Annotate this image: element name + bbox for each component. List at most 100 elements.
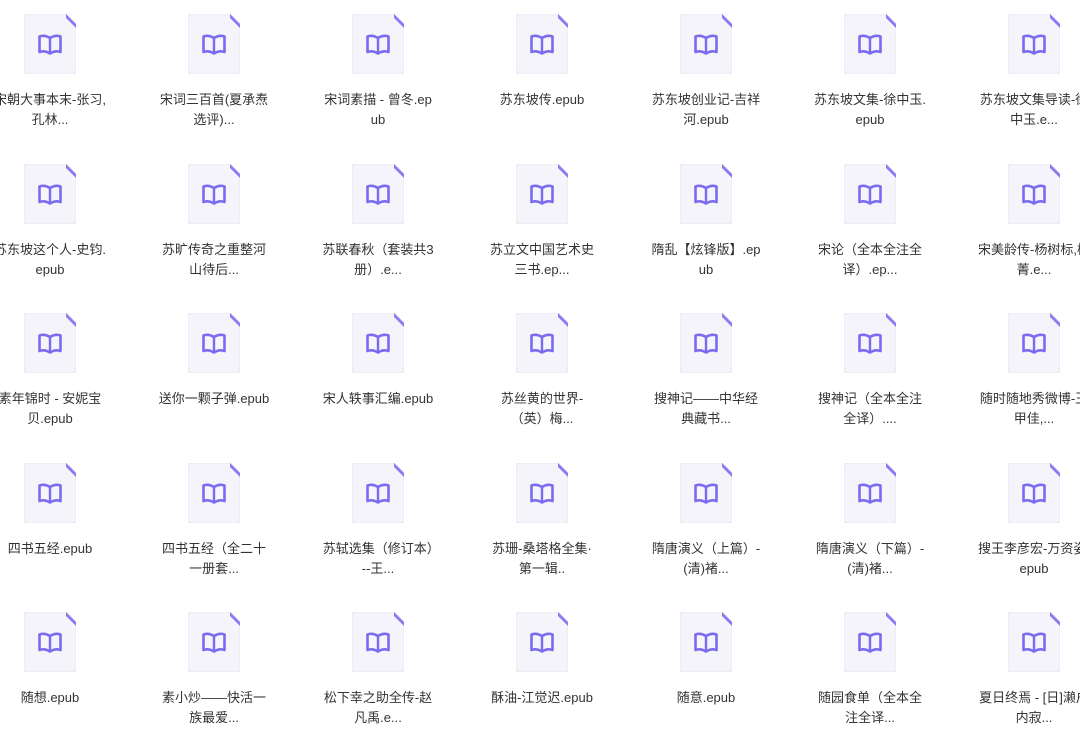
file-item[interactable]: 苏东坡文集-徐中玉.epub (788, 0, 952, 150)
file-name: 酥油-江觉迟.epub (491, 690, 593, 705)
file-item[interactable]: 宋朝大事本末-张习,孔林... (0, 0, 132, 150)
file-name: 四书五经.epub (7, 540, 93, 556)
file-name: 苏东坡文集导读-徐中玉.e... (979, 92, 1080, 127)
file-item[interactable]: 苏丝黄的世界-（英）梅... (460, 299, 624, 449)
file-item[interactable]: 苏立文中国艺术史三书.ep... (460, 150, 624, 300)
file-name: 宋论（全本全注全译）.ep... (817, 241, 922, 277)
epub-book-file-icon (24, 163, 76, 224)
file-item[interactable]: 搜王李彦宏-万资姿.epub (952, 449, 1080, 599)
epub-book-file-icon (680, 163, 732, 224)
epub-book-file-icon (1008, 163, 1060, 224)
file-item[interactable]: 苏珊-桑塔格全集·第一辑.. (460, 449, 624, 599)
epub-book-file-icon (680, 462, 732, 523)
epub-book-file-icon (516, 163, 568, 224)
epub-book-file-icon (188, 612, 240, 672)
file-name: 苏东坡传.epub (499, 92, 585, 107)
file-item[interactable]: 苏东坡这个人-史钧.epub (0, 150, 132, 300)
epub-book-file-icon (352, 313, 404, 373)
file-item[interactable]: 四书五经.epub (0, 449, 132, 599)
file-item[interactable]: 随园食单（全本全注全译... (788, 598, 952, 748)
epub-book-file-icon (844, 612, 896, 672)
epub-book-file-icon (844, 462, 896, 523)
file-name: 宋词素描 - 曾冬.epub (324, 92, 432, 127)
file-name: 苏旷传奇之重整河山待后... (161, 241, 266, 277)
file-name: 苏东坡文集-徐中玉.epub (814, 92, 926, 127)
file-item[interactable]: 苏东坡文集导读-徐中玉.e... (952, 0, 1080, 150)
epub-book-file-icon (1008, 612, 1060, 672)
epub-book-file-icon (1008, 14, 1060, 74)
file-item[interactable]: 随想.epub (0, 598, 132, 748)
epub-book-file-icon (24, 313, 76, 373)
file-name: 隋乱【炫锋版】.epub (651, 241, 761, 277)
file-item[interactable]: 隋乱【炫锋版】.epub (624, 150, 788, 300)
epub-book-file-icon (844, 14, 896, 74)
epub-book-file-icon (680, 612, 732, 672)
file-item[interactable]: 随意.epub (624, 598, 788, 748)
file-name: 宋美龄传-杨树标,杨菁.e... (978, 241, 1080, 277)
file-item[interactable]: 苏旷传奇之重整河山待后... (132, 150, 296, 300)
epub-book-file-icon (680, 313, 732, 373)
file-item[interactable]: 宋人轶事汇编.epub (296, 299, 460, 449)
file-item[interactable]: 苏东坡创业记-吉祥河.epub (624, 0, 788, 150)
file-item[interactable]: 苏联春秋（套装共3册）.e... (296, 150, 460, 300)
file-name: 苏丝黄的世界-（英）梅... (500, 391, 584, 426)
file-name: 随园食单（全本全注全译... (817, 690, 922, 725)
file-name: 宋人轶事汇编.epub (322, 391, 434, 406)
file-name: 宋词三百首(夏承焘选评)... (159, 92, 269, 127)
epub-book-file-icon (516, 313, 568, 373)
epub-book-file-icon (352, 14, 404, 74)
file-item[interactable]: 宋词素描 - 曾冬.epub (296, 0, 460, 150)
file-name: 苏轼选集（修订本）--王... (322, 540, 434, 576)
file-item[interactable]: 宋美龄传-杨树标,杨菁.e... (952, 150, 1080, 300)
file-name: 苏珊-桑塔格全集·第一辑.. (492, 540, 592, 576)
file-name: 苏东坡创业记-吉祥河.epub (651, 92, 761, 127)
file-name: 随时随地秀微博-王甲佳,... (979, 391, 1080, 426)
epub-book-file-icon (24, 462, 76, 523)
file-item[interactable]: 送你一颗子弹.epub (132, 299, 296, 449)
file-item[interactable]: 搜神记（全本全注全译）.... (788, 299, 952, 449)
file-name: 素年锦时 - 安妮宝贝.epub (0, 391, 102, 426)
epub-book-file-icon (1008, 313, 1060, 373)
epub-book-file-icon (1008, 462, 1060, 523)
file-item[interactable]: 苏轼选集（修订本）--王... (296, 449, 460, 599)
file-item[interactable]: 松下幸之助全传-赵凡禹.e... (296, 598, 460, 748)
file-item[interactable]: 苏东坡传.epub (460, 0, 624, 150)
epub-book-file-icon (188, 462, 240, 523)
file-grid: 宋朝大事本末-张习,孔林... 宋词三百首(夏承焘选评)... 宋词素描 - 曾… (0, 0, 1080, 737)
file-name: 隋唐演义（下篇）-(清)褚... (815, 540, 925, 576)
file-name: 随意.epub (676, 690, 736, 705)
file-name: 松下幸之助全传-赵凡禹.e... (323, 690, 433, 725)
file-item[interactable]: 隋唐演义（上篇）-(清)褚... (624, 449, 788, 599)
file-item[interactable]: 素年锦时 - 安妮宝贝.epub (0, 299, 132, 449)
file-name: 隋唐演义（上篇）-(清)褚... (651, 540, 761, 576)
file-item[interactable]: 夏日终焉 - [日]濑户内寂... (952, 598, 1080, 748)
file-name: 搜神记——中华经典藏书... (653, 391, 758, 426)
file-name: 苏立文中国艺术史三书.ep... (489, 241, 594, 277)
epub-book-file-icon (352, 163, 404, 224)
file-item[interactable]: 宋论（全本全注全译）.ep... (788, 150, 952, 300)
file-item[interactable]: 宋词三百首(夏承焘选评)... (132, 0, 296, 150)
file-item[interactable]: 酥油-江觉迟.epub (460, 598, 624, 748)
epub-book-file-icon (844, 313, 896, 373)
epub-book-file-icon (680, 14, 732, 74)
file-name: 四书五经（全二十一册套... (161, 540, 266, 576)
epub-book-file-icon (352, 462, 404, 523)
epub-book-file-icon (24, 612, 76, 672)
file-name: 宋朝大事本末-张习,孔林... (0, 92, 106, 127)
file-item[interactable]: 随时随地秀微博-王甲佳,... (952, 299, 1080, 449)
epub-book-file-icon (188, 313, 240, 373)
file-name: 夏日终焉 - [日]濑户内寂... (979, 690, 1080, 725)
epub-book-file-icon (516, 14, 568, 74)
epub-book-file-icon (188, 14, 240, 74)
file-name: 搜王李彦宏-万资姿.epub (978, 540, 1080, 576)
epub-book-file-icon (516, 462, 568, 523)
file-name: 素小炒——快活一族最爱... (161, 690, 266, 725)
file-name: 送你一颗子弹.epub (158, 391, 270, 406)
epub-book-file-icon (188, 163, 240, 224)
file-item[interactable]: 搜神记——中华经典藏书... (624, 299, 788, 449)
file-item[interactable]: 四书五经（全二十一册套... (132, 449, 296, 599)
file-name: 苏东坡这个人-史钧.epub (0, 241, 106, 277)
file-item[interactable]: 隋唐演义（下篇）-(清)褚... (788, 449, 952, 599)
file-name: 随想.epub (20, 690, 80, 705)
file-item[interactable]: 素小炒——快活一族最爱... (132, 598, 296, 748)
